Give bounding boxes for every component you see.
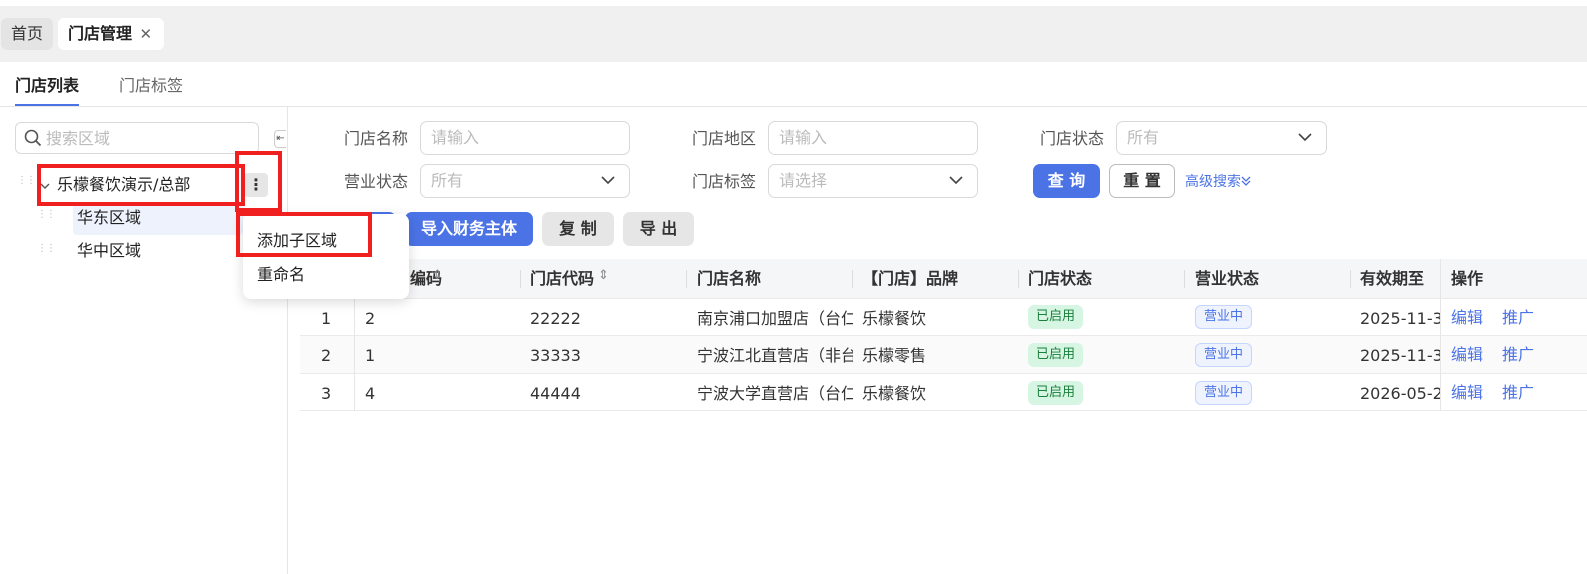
cell-expire: 2025-11-30 — [1360, 309, 1440, 328]
edit-link[interactable]: 编辑 — [1451, 307, 1483, 329]
cell-expire: 2025-11-30 — [1360, 346, 1440, 365]
index-column-divider — [354, 299, 355, 411]
cell-code: 2 — [365, 309, 376, 328]
business-status-value: 所有 — [431, 171, 464, 190]
store-region-input[interactable]: 请输入 — [768, 121, 978, 155]
status-badge: 已启用 — [1028, 381, 1084, 405]
store-status-value: 所有 — [1127, 128, 1160, 147]
query-button[interactable]: 查 询 — [1033, 164, 1100, 198]
column-header-store-code[interactable]: 门店代码 — [530, 268, 594, 290]
filter-label-store-region: 门店地区 — [692, 129, 757, 148]
cell-store-name: 南京浦口加盟店（台仁 — [697, 309, 853, 328]
store-tag-placeholder: 请选择 — [779, 171, 828, 190]
column-separator — [686, 270, 687, 288]
chevron-down-icon — [949, 176, 963, 185]
column-separator — [1350, 270, 1351, 288]
drag-handle-icon[interactable]: ⋮⋮ — [37, 244, 56, 259]
cell-expire: 2026-05-21 — [1360, 384, 1440, 403]
column-header-store-status: 门店状态 — [1028, 269, 1093, 288]
sort-icon[interactable]: ⇕ — [432, 268, 443, 283]
page-tab-bar — [0, 6, 1587, 62]
column-header-actions: 操作 — [1451, 269, 1484, 288]
export-button[interactable]: 导 出 — [623, 212, 694, 246]
tree-node-east-china[interactable]: 华东区域 — [77, 205, 141, 231]
tab-store-tags[interactable]: 门店标签 — [119, 74, 183, 98]
business-status-badge: 营业中 — [1195, 381, 1253, 405]
chevron-down-icon — [601, 176, 615, 185]
cell-brand: 乐檬餐饮 — [862, 309, 927, 328]
cell-brand: 乐檬餐饮 — [862, 384, 927, 403]
column-separator — [1018, 270, 1019, 288]
column-header-store-name: 门店名称 — [697, 269, 762, 288]
filter-label-business-status: 营业状态 — [344, 172, 409, 191]
promote-link[interactable]: 推广 — [1502, 307, 1534, 329]
column-separator — [852, 270, 853, 288]
promote-link[interactable]: 推广 — [1502, 382, 1534, 404]
row-divider — [300, 373, 1587, 374]
tab-store-list[interactable]: 门店列表 — [15, 74, 80, 107]
row-divider — [300, 410, 1587, 411]
cell-store-name: 宁波大学直营店（台仁 — [697, 384, 853, 403]
copy-button[interactable]: 复 制 — [542, 212, 614, 246]
edit-link[interactable]: 编辑 — [1451, 382, 1483, 404]
business-status-badge: 营业中 — [1195, 305, 1253, 329]
business-status-select[interactable]: 所有 — [420, 164, 630, 198]
column-separator — [1184, 270, 1185, 288]
cell-store-code: 22222 — [530, 309, 581, 328]
row-index: 2 — [321, 346, 332, 365]
drag-handle-icon[interactable]: ⋮⋮ — [17, 176, 36, 191]
column-separator — [520, 270, 521, 288]
chevron-down-icon — [1298, 133, 1312, 142]
cell-store-code: 44444 — [530, 384, 581, 403]
sort-icon[interactable]: ⇕ — [598, 268, 609, 283]
column-header-expire: 有效期至 — [1360, 269, 1425, 288]
row-divider — [300, 335, 1587, 336]
page-tab-label: 门店管理 — [68, 24, 133, 43]
promote-link[interactable]: 推广 — [1502, 344, 1534, 366]
annotation-box-root-node — [37, 164, 245, 206]
store-tag-select[interactable]: 请选择 — [768, 164, 978, 198]
edit-link[interactable]: 编辑 — [1451, 344, 1483, 366]
annotation-box-more-button — [235, 151, 282, 212]
advanced-search-label: 高级搜索 — [1185, 174, 1241, 190]
region-search[interactable] — [15, 122, 259, 154]
menu-item-rename[interactable]: 重命名 — [257, 264, 305, 286]
row-index: 1 — [321, 309, 332, 328]
cell-store-name: 宁波江北直营店（非台 — [697, 346, 853, 365]
cell-brand: 乐檬零售 — [862, 346, 927, 365]
store-name-input[interactable]: 请输入 — [420, 121, 630, 155]
panel-divider — [287, 107, 288, 574]
status-badge: 已启用 — [1028, 343, 1084, 367]
filter-label-store-name: 门店名称 — [344, 129, 409, 148]
reset-button[interactable]: 重 置 — [1109, 164, 1175, 198]
search-icon — [24, 129, 42, 147]
row-index: 3 — [321, 384, 332, 403]
cell-code: 4 — [365, 384, 376, 403]
filter-label-store-status: 门店状态 — [1040, 129, 1105, 148]
page-tab-home[interactable]: 首页 — [1, 18, 54, 50]
filter-label-store-tag: 门店标签 — [692, 172, 757, 191]
tab-divider — [0, 106, 1587, 107]
column-header-business-status: 营业状态 — [1195, 269, 1260, 288]
drag-handle-icon[interactable]: ⋮⋮ — [37, 210, 56, 225]
business-status-badge: 营业中 — [1195, 343, 1253, 367]
row-divider — [300, 298, 1587, 299]
close-icon[interactable]: ✕ — [139, 18, 152, 50]
page-tab-store-management[interactable]: 门店管理 ✕ — [58, 18, 165, 50]
collapse-panel-icon[interactable]: ⇤ — [274, 130, 286, 148]
import-finance-entity-button[interactable]: 导入财务主体 — [405, 212, 533, 246]
region-search-input[interactable] — [46, 127, 246, 149]
cell-store-code: 33333 — [530, 346, 581, 365]
cell-code: 1 — [365, 346, 376, 365]
status-badge: 已启用 — [1028, 305, 1084, 329]
store-status-select[interactable]: 所有 — [1116, 121, 1327, 155]
double-chevron-down-icon — [1241, 176, 1251, 186]
column-header-brand: 【门店】品牌 — [862, 269, 959, 288]
tree-node-central-china[interactable]: 华中区域 — [77, 238, 141, 264]
actions-column-divider — [1440, 259, 1441, 411]
annotation-box-add-subregion — [236, 212, 372, 257]
advanced-search-link[interactable]: 高级搜索 — [1185, 172, 1251, 192]
